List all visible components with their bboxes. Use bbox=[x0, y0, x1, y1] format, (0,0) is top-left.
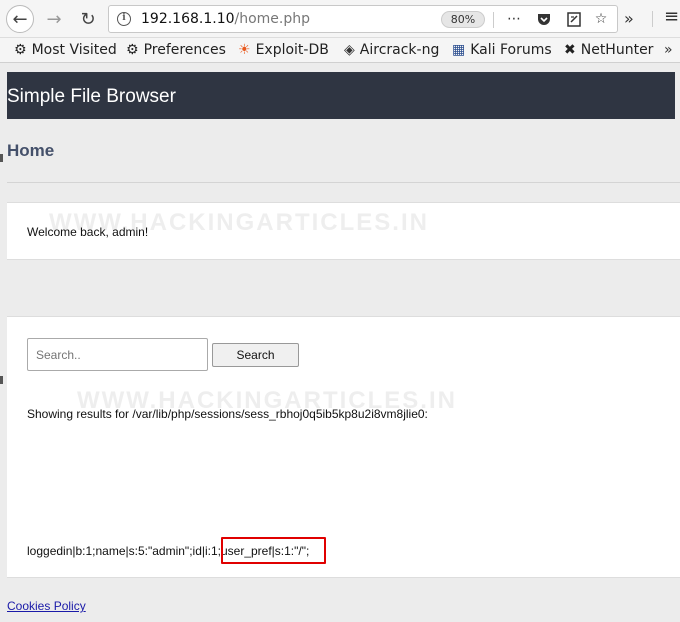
divider bbox=[652, 11, 653, 27]
bookmark-kali-forums[interactable]: ▦ Kali Forums bbox=[452, 42, 552, 58]
app-header: Simple File Browser bbox=[7, 72, 675, 119]
results-heading: Showing results for /var/lib/php/session… bbox=[27, 407, 428, 421]
bookmark-exploit-db[interactable]: ☀ Exploit-DB bbox=[238, 42, 329, 58]
forward-button[interactable]: → bbox=[40, 5, 68, 33]
welcome-card: WWW.HACKINGARTICLES.IN Welcome back, adm… bbox=[7, 202, 680, 260]
edge-marker bbox=[0, 154, 3, 162]
reload-icon: ↻ bbox=[80, 8, 96, 30]
bookmark-label: NetHunter bbox=[580, 42, 654, 58]
reload-button[interactable]: ↻ bbox=[74, 5, 102, 33]
page-actions-icon[interactable]: ⋯ bbox=[505, 10, 523, 28]
bookmark-star-icon[interactable]: ☆ bbox=[592, 10, 610, 28]
chevron-double-right-icon[interactable]: » bbox=[664, 42, 673, 58]
bookmark-label: Most Visited bbox=[31, 42, 117, 58]
url-bar[interactable]: i 192.168.1.10/home.php 80% ⋯ ☆ bbox=[108, 5, 618, 33]
bookmark-label: Kali Forums bbox=[470, 42, 552, 58]
divider bbox=[493, 12, 494, 28]
chevron-double-right-icon[interactable]: » bbox=[624, 9, 634, 28]
highlight-box bbox=[221, 537, 326, 564]
search-input[interactable] bbox=[27, 338, 208, 371]
bookmark-label: Exploit-DB bbox=[255, 42, 329, 58]
app-title: Simple File Browser bbox=[7, 86, 176, 107]
page-content: Simple File Browser Home WWW.HACKINGARTI… bbox=[0, 64, 680, 622]
bookmark-label: Aircrack-ng bbox=[359, 42, 440, 58]
gear-icon: ⚙ bbox=[126, 42, 139, 58]
hamburger-menu-icon[interactable]: ≡ bbox=[664, 6, 679, 27]
nethunter-icon: ✖ bbox=[564, 42, 576, 58]
bookmark-label: Preferences bbox=[143, 42, 226, 58]
reader-view-icon[interactable] bbox=[565, 10, 583, 28]
divider bbox=[7, 182, 680, 183]
url-host: 192.168.1.10 bbox=[141, 11, 235, 27]
bookmark-preferences[interactable]: ⚙ Preferences bbox=[126, 42, 226, 58]
search-card: Search WWW.HACKINGARTICLES.IN Showing re… bbox=[7, 316, 680, 578]
session-data-prefix: loggedin|b:1;name|s:5:"admin";id|i:1 bbox=[27, 544, 218, 558]
info-icon[interactable]: i bbox=[117, 12, 131, 26]
edge-marker bbox=[0, 376, 3, 384]
aircrack-icon: ◈ bbox=[344, 42, 355, 58]
bookmark-most-visited[interactable]: ⚙ Most Visited bbox=[14, 42, 117, 58]
bookmark-aircrack-ng[interactable]: ◈ Aircrack-ng bbox=[344, 42, 439, 58]
pocket-icon[interactable] bbox=[535, 10, 553, 28]
arrow-left-icon: ← bbox=[12, 8, 28, 30]
back-button[interactable]: ← bbox=[6, 5, 34, 33]
cookies-policy-link[interactable]: Cookies Policy bbox=[7, 599, 86, 613]
bookmarks-toolbar: ⚙ Most Visited ⚙ Preferences ☀ Exploit-DB ◈… bbox=[0, 38, 680, 63]
welcome-message: Welcome back, admin! bbox=[27, 225, 149, 239]
url-text[interactable]: 192.168.1.10/home.php bbox=[141, 11, 310, 27]
arrow-right-icon: → bbox=[46, 8, 62, 30]
zoom-badge[interactable]: 80% bbox=[441, 11, 485, 28]
browser-toolbar: ← → ↻ i 192.168.1.10/home.php 80% ⋯ ☆ » … bbox=[0, 0, 680, 38]
bookmark-nethunter[interactable]: ✖ NetHunter bbox=[564, 42, 653, 58]
url-path: /home.php bbox=[234, 11, 311, 27]
kali-icon: ▦ bbox=[452, 42, 466, 58]
exploit-db-icon: ☀ bbox=[238, 42, 251, 58]
search-button[interactable]: Search bbox=[212, 343, 299, 367]
gear-icon: ⚙ bbox=[14, 42, 27, 58]
page-title: Home bbox=[7, 141, 55, 160]
